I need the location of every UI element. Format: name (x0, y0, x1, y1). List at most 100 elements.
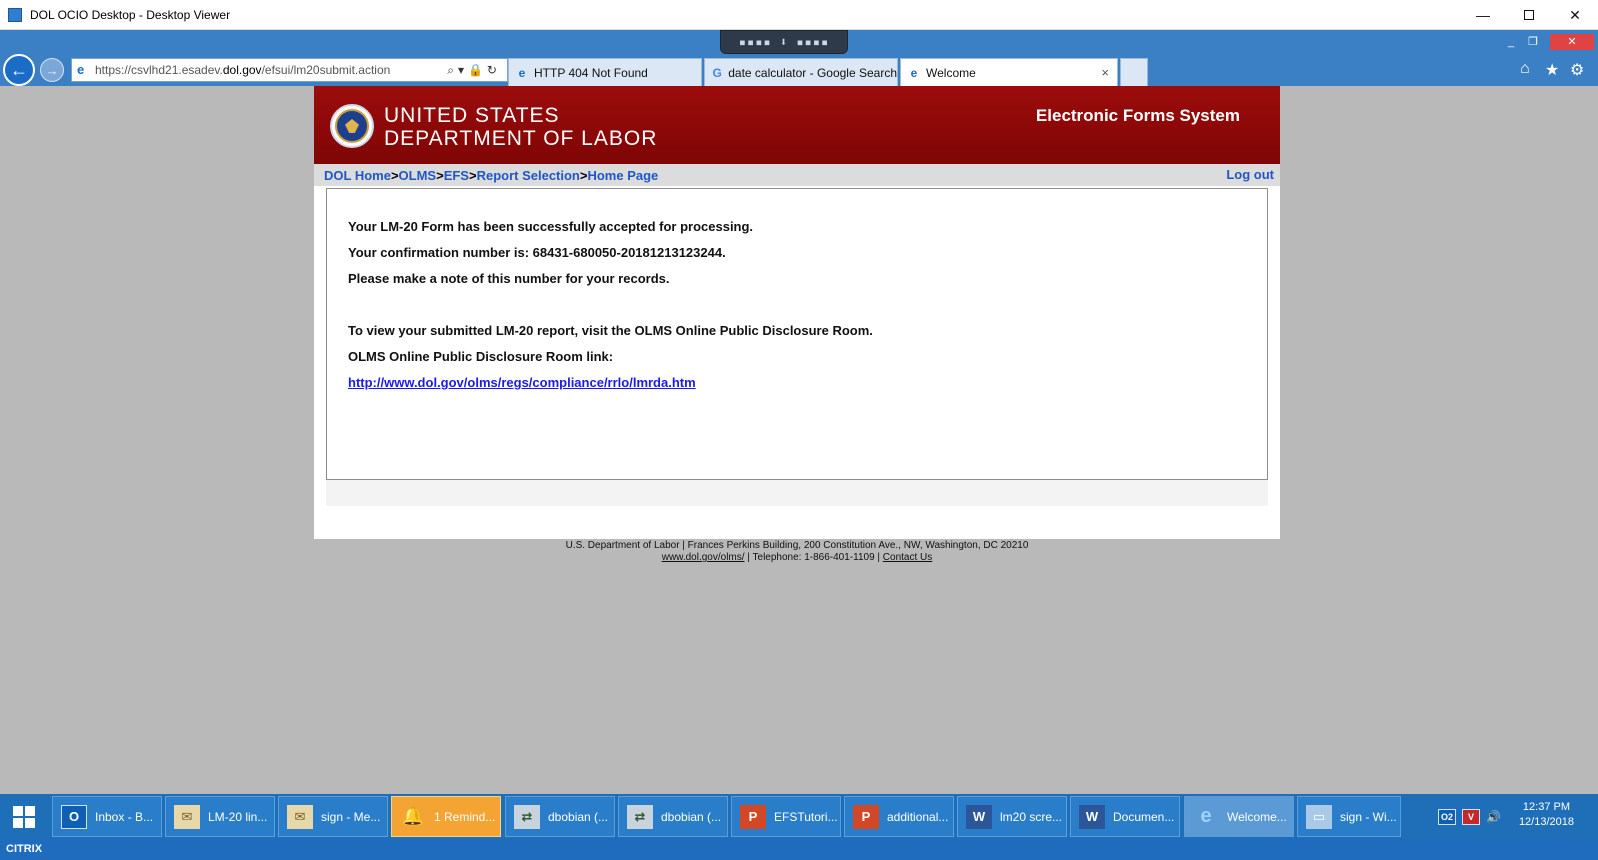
close-tab-icon[interactable]: × (1101, 65, 1109, 80)
agency-name: UNITED STATES DEPARTMENT OF LABOR (384, 104, 657, 150)
taskbar-label: sign - Me... (321, 809, 381, 824)
maximize-button[interactable] (1506, 0, 1552, 30)
remote-desktop-icon: ▭ (1306, 804, 1332, 829)
taskbar-label: Inbox - B... (95, 809, 154, 824)
breadcrumb: DOL Home > OLMS > EFS > Report Selection >… (314, 164, 1280, 186)
footer-telephone: | Telephone: 1-866-401-1109 | (744, 552, 883, 563)
inner-close-button[interactable]: ✕ (1550, 34, 1594, 50)
forward-button[interactable]: → (40, 58, 64, 82)
agency-line-2: DEPARTMENT OF LABOR (384, 127, 658, 150)
outlook-icon: O (61, 804, 87, 829)
minimize-button[interactable]: — (1460, 0, 1506, 30)
address-bar-icons[interactable]: ⌕▾🔒↻ (447, 63, 507, 78)
footer-contact-link[interactable]: Contact Us (883, 552, 932, 563)
url-prefix: https://csvlhd21.esadev. (95, 63, 223, 77)
clock-date: 12/13/2018 (1518, 816, 1574, 828)
breadcrumb-efs[interactable]: EFS (444, 168, 469, 183)
note-message: Please make a note of this number for yo… (348, 271, 670, 286)
breadcrumb-dol-home[interactable]: DOL Home (324, 168, 391, 183)
tab-date-calculator[interactable]: G date calculator - Google Search (704, 58, 898, 86)
favorites-icon[interactable]: ★ (1545, 60, 1559, 80)
taskbar-label: lm20 scre... (1000, 809, 1063, 824)
volume-icon[interactable]: 🔊 (1486, 810, 1501, 824)
taskbar-label: dbobian (... (661, 809, 722, 824)
taskbar-label: sign - Wi... (1340, 809, 1397, 824)
address-bar[interactable]: e https://csvlhd21.esadev.dol.gov/efsui/… (71, 58, 508, 82)
taskbar-reminder[interactable]: 🔔 1 Remind... (391, 796, 501, 837)
tab-label: date calculator - Google Search (728, 65, 897, 80)
taskbar-label: Welcome... (1227, 809, 1287, 824)
breadcrumb-report-selection[interactable]: Report Selection (477, 168, 580, 183)
home-icon[interactable]: ⌂ (1520, 60, 1530, 78)
page-viewport: UNITED STATES DEPARTMENT OF LABOR Electr… (0, 86, 1598, 794)
taskbar-label: LM-20 lin... (208, 809, 268, 824)
taskbar-label: dbobian (... (548, 809, 609, 824)
tab-welcome[interactable]: e Welcome × (900, 58, 1118, 86)
url-path: /efsui/lm20submit.action (261, 63, 391, 77)
google-icon: G (712, 65, 722, 80)
breadcrumb-home-page[interactable]: Home Page (587, 168, 658, 183)
security-shield-icon[interactable]: V (1462, 808, 1480, 825)
clock-time: 12:37 PM (1522, 801, 1571, 813)
taskbar-sign-window[interactable]: ▭ sign - Wi... (1297, 796, 1401, 837)
confirmation-number: Your confirmation number is: 68431-68005… (348, 245, 726, 260)
windows-taskbar: O Inbox - B... ✉ LM-20 lin... ✉ sign - Me..… (0, 794, 1598, 839)
efs-container: UNITED STATES DEPARTMENT OF LABOR Electr… (314, 86, 1280, 539)
tab-label: HTTP 404 Not Found (534, 65, 648, 80)
taskbar-dbobian-2[interactable]: ⇄ dbobian (... (618, 796, 728, 837)
confirmation-panel: Your LM-20 Form has been successfully ac… (326, 188, 1268, 480)
url-domain: dol.gov (222, 63, 262, 77)
taskbar-welcome-ie[interactable]: e Welcome... (1184, 796, 1294, 837)
accepted-message: Your LM-20 Form has been successfully ac… (348, 219, 754, 234)
citrix-toolbar-handle[interactable]: ▪▪▪▪ ⬇ ▪▪▪▪ (720, 30, 848, 54)
browser-chrome: ▪▪▪▪ ⬇ ▪▪▪▪ ← → e https://csvlhd21.esade… (0, 30, 1598, 86)
breadcrumb-olms[interactable]: OLMS (399, 168, 437, 183)
tab-http-404[interactable]: e HTTP 404 Not Found (508, 58, 702, 86)
breadcrumb-separator: > (579, 167, 588, 183)
taskbar-document[interactable]: W Documen... (1070, 796, 1180, 837)
url-text[interactable]: https://csvlhd21.esadev.dol.gov/efsui/lm… (95, 63, 447, 77)
disclosure-link-label: OLMS Online Public Disclosure Room link: (348, 349, 614, 364)
taskbar-label: 1 Remind... (434, 809, 496, 824)
footer-address: U.S. Department of Labor | Frances Perki… (565, 540, 1029, 551)
system-tray: O2 V 🔊 (1438, 794, 1501, 839)
ie-icon: e (1200, 805, 1212, 827)
taskbar-efstutorial[interactable]: P EFSTutori... (731, 796, 841, 837)
taskbar-dbobian-1[interactable]: ⇄ dbobian (... (505, 796, 615, 837)
start-button[interactable] (0, 794, 48, 839)
taskbar-lm20-link[interactable]: ✉ LM-20 lin... (165, 796, 275, 837)
taskbar-inbox[interactable]: O Inbox - B... (52, 796, 162, 837)
taskbar-additional[interactable]: Padditional... (844, 796, 954, 837)
logout-link[interactable]: Log out (1226, 167, 1274, 182)
citrix-status-bar: CITRIX (0, 839, 1598, 860)
system-title: Electronic Forms System (1035, 106, 1240, 125)
network-drive-icon: ⇄ (514, 804, 540, 829)
taskbar-lm20-screens[interactable]: Wlm20 scre... (957, 796, 1067, 837)
ie-icon: e (518, 65, 526, 80)
windows-logo-icon (13, 805, 35, 828)
mail-icon: ✉ (174, 804, 200, 829)
citrix-logo: CITRIX (6, 843, 43, 855)
taskbar-label: EFSTutori... (774, 809, 838, 824)
disclosure-room-link[interactable]: http://www.dol.gov/olms/regs/compliance/… (348, 375, 696, 390)
view-report-message: To view your submitted LM-20 report, vis… (348, 323, 873, 338)
taskbar-sign-message[interactable]: ✉ sign - Me... (278, 796, 388, 837)
close-button[interactable]: ✕ (1552, 0, 1598, 30)
breadcrumb-separator: > (436, 167, 444, 183)
page-footer: U.S. Department of Labor | Frances Perki… (314, 540, 1280, 564)
taskbar-clock[interactable]: 12:37 PM 12/13/2018 (1519, 800, 1574, 830)
dol-banner: UNITED STATES DEPARTMENT OF LABOR Electr… (314, 86, 1280, 164)
back-button[interactable]: ← (3, 54, 35, 86)
inner-minimize-button[interactable]: _ (1500, 34, 1522, 50)
dol-seal-logo (330, 104, 374, 148)
maximize-icon (1524, 10, 1534, 20)
powerpoint-icon: P (740, 804, 766, 829)
footer-olms-link[interactable]: www.dol.gov/olms/ (662, 552, 745, 563)
inner-restore-button[interactable]: ❐ (1522, 34, 1544, 50)
word-icon: W (966, 804, 992, 829)
settings-icon[interactable]: ⚙ (1570, 60, 1584, 80)
mail-icon: ✉ (287, 804, 313, 829)
powerpoint-icon: P (853, 804, 879, 829)
outlook-tray-icon[interactable]: O2 (1438, 808, 1456, 825)
new-tab-button[interactable] (1120, 58, 1148, 86)
